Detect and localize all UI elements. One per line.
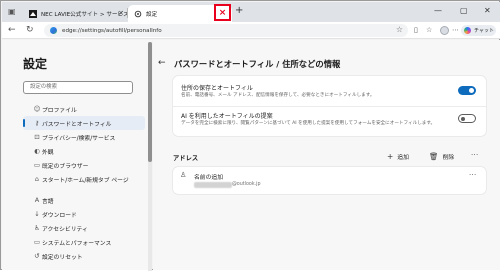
delete-address-button[interactable]: 🗑 削除 — [429, 152, 454, 161]
refresh-button[interactable]: ↻ — [26, 25, 34, 35]
setting-ai-autofill-title: AI を利用したオートフィルの提案 — [181, 113, 273, 120]
sidebar-item-reset[interactable]: ↺ 設定のリセット — [23, 249, 145, 263]
trash-icon: 🗑 — [429, 152, 439, 161]
addresses-heading: アドレス — [173, 155, 199, 162]
person-icon: ☺ — [33, 105, 41, 113]
appearance-icon: ◐ — [34, 147, 40, 155]
sidebar-item-label: 既定のブラウザー — [42, 163, 89, 170]
tab-actions-icon[interactable]: ▣ — [8, 7, 16, 16]
copilot-label: チャット — [474, 28, 494, 34]
delete-label: 削除 — [442, 155, 455, 161]
tab-strip: ▣ NEC LAVIE公式サイト > サービス＆サ × 設定 × + — ▢ ✕ — [2, 2, 500, 22]
tab-label: 設定 — [146, 11, 158, 18]
address-name: 名前の追加 — [194, 175, 223, 181]
lock-icon: ⊡ — [34, 133, 40, 141]
sidebar-item-profile[interactable]: ☺ プロファイル — [23, 102, 145, 116]
new-tab-button[interactable]: + — [235, 5, 243, 16]
back-arrow-icon[interactable]: ← — [158, 58, 166, 68]
scrollbar-thumb[interactable] — [148, 42, 152, 162]
sidebar-item-label: アクセシビリティ — [42, 226, 88, 233]
more-icon[interactable]: ⋯ — [452, 26, 459, 34]
sidebar-item-label: パスワードとオートフィル — [42, 121, 112, 128]
close-icon[interactable]: × — [118, 9, 124, 17]
addresses-header: アドレス + 追加 🗑 削除 ··· — [173, 151, 486, 163]
sidebar-item-system[interactable]: ▭ システムとパフォーマンス — [23, 235, 145, 249]
setting-ai-autofill-desc: データを完全に検索に限り、閲覧パターンに基づいて AI を使用した提案を使用して… — [181, 121, 436, 126]
sidebar-title: 設定 — [23, 57, 48, 71]
addresses-more-icon[interactable]: ··· — [471, 151, 479, 159]
sidebar-item-passwords-autofill[interactable]: ⚷ パスワードとオートフィル — [23, 116, 145, 130]
tab-label: NEC LAVIE公式サイト > サービス＆サ — [41, 11, 128, 18]
settings-main: ← パスワードとオートフィル / 住所などの情報 住所の保存とオートフィル 名前… — [153, 40, 500, 270]
favorite-star-icon[interactable]: ☆ — [396, 25, 403, 34]
sidebar-item-label: 言語 — [42, 198, 54, 205]
sidebar-scrollbar[interactable] — [148, 42, 152, 271]
tab-nec-lavie[interactable]: NEC LAVIE公式サイト > サービス＆サ × — [24, 5, 128, 22]
sidebar-item-downloads[interactable]: ↓ ダウンロード — [23, 207, 145, 221]
minimize-button[interactable]: — — [434, 6, 442, 15]
maximize-button[interactable]: ▢ — [460, 6, 468, 15]
sidebar-item-start-home[interactable]: ⌂ スタート/ホーム/新規タブ ページ — [23, 172, 145, 186]
add-address-button[interactable]: + 追加 — [387, 152, 409, 161]
entry-more-icon[interactable]: ··· — [469, 171, 477, 179]
profile-avatar[interactable] — [440, 26, 449, 35]
email-redacted — [194, 182, 232, 188]
address-entry[interactable]: ♙ 名前の追加 @outlook.jp ··· — [173, 167, 486, 194]
sidebar-item-label: スタート/ホーム/新規タブ ページ — [42, 177, 129, 184]
nec-favicon — [29, 9, 37, 18]
url-text: edge://settings/autofill/personalInfo — [62, 27, 162, 34]
settings-search-input[interactable]: 設定の検索 — [23, 81, 133, 94]
window-close-button[interactable]: ✕ — [484, 6, 491, 15]
address-bar[interactable]: edge://settings/autofill/personalInfo ☆ — [44, 24, 408, 37]
setting-save-addresses-desc: 名前、電話番号、メール アドレス、配信情報を保存して、必要なときにオートフィルし… — [181, 93, 375, 98]
person-icon: ♙ — [180, 171, 187, 179]
back-button[interactable]: ← — [8, 25, 16, 35]
autofill-settings-card: 住所の保存とオートフィル 名前、電話番号、メール アドレス、配信情報を保存して、… — [173, 76, 486, 136]
split-screen-icon[interactable]: ▯ — [414, 26, 418, 34]
settings-sidebar: 設定 設定の検索 ☺ プロファイル ⚷ パスワードとオートフィル ⊡ プライバシ… — [2, 40, 152, 270]
copilot-icon — [464, 27, 471, 34]
gear-icon — [134, 10, 142, 18]
key-icon: ⚷ — [34, 119, 40, 127]
address-toolbar: ← ↻ edge://settings/autofill/personalInf… — [2, 22, 500, 39]
page-title: パスワードとオートフィル / 住所などの情報 — [174, 59, 341, 69]
reset-icon: ↺ — [34, 252, 40, 260]
accessibility-icon: ♿ — [34, 224, 40, 232]
home-icon: ⌂ — [34, 175, 40, 183]
add-label: 追加 — [397, 155, 409, 161]
plus-icon: + — [387, 152, 394, 161]
sidebar-item-label: プライバシー/検索/サービス — [42, 135, 116, 142]
divider — [173, 106, 486, 107]
sidebar-item-accessibility[interactable]: ♿ アクセシビリティ — [23, 221, 145, 235]
browser-window: ▣ NEC LAVIE公式サイト > サービス＆サ × 設定 × + — ▢ ✕… — [0, 0, 500, 271]
edge-icon — [50, 27, 57, 34]
download-icon: ↓ — [34, 210, 40, 218]
sidebar-item-privacy[interactable]: ⊡ プライバシー/検索/サービス — [23, 130, 145, 144]
sidebar-item-default-browser[interactable]: ▭ 既定のブラウザー — [23, 158, 145, 172]
language-icon: A — [34, 196, 40, 204]
sidebar-item-languages[interactable]: A 言語 — [23, 193, 145, 207]
close-tab-button-highlighted[interactable]: × — [214, 4, 231, 21]
ai-autofill-toggle[interactable] — [458, 114, 476, 123]
browser-icon: ▭ — [33, 161, 41, 169]
sidebar-item-appearance[interactable]: ◐ 外観 — [23, 144, 145, 158]
close-icon: × — [218, 7, 227, 18]
sidebar-item-label: ダウンロード — [42, 212, 77, 219]
sidebar-item-label: システムとパフォーマンス — [42, 240, 112, 247]
address-email-suffix: @outlook.jp — [232, 181, 261, 187]
copilot-chat-button[interactable]: チャット — [461, 25, 496, 36]
sidebar-item-label: 外観 — [42, 149, 54, 156]
sidebar-item-label: プロファイル — [42, 107, 77, 114]
setting-save-addresses-title: 住所の保存とオートフィル — [181, 85, 253, 92]
system-icon: ▭ — [33, 238, 41, 246]
sidebar-item-label: 設定のリセット — [42, 254, 83, 261]
favorites-icon[interactable]: ☆ — [426, 26, 432, 34]
save-addresses-toggle[interactable] — [458, 86, 476, 95]
